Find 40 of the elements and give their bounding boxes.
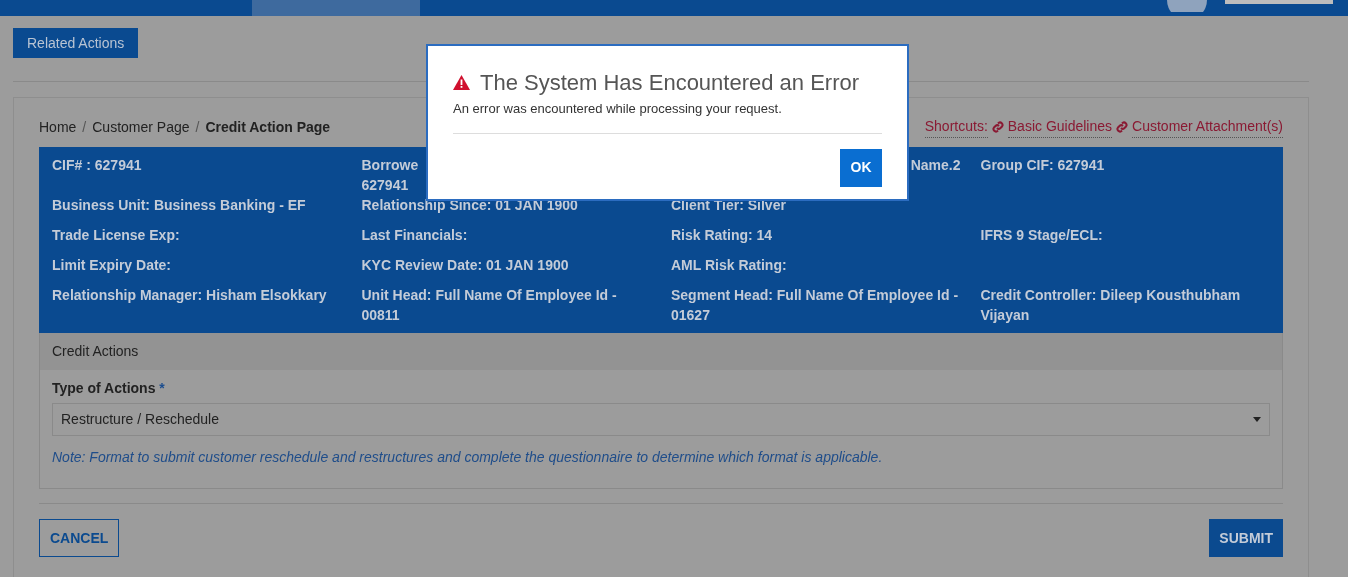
submit-button[interactable]: SUBMIT <box>1209 519 1283 557</box>
breadcrumb-item[interactable]: Customer Page <box>92 116 190 138</box>
info-field: Name.2 <box>910 155 961 195</box>
info-field: Risk Rating: 14 <box>671 227 773 243</box>
info-field: Limit Expiry Date: <box>52 257 172 273</box>
info-field: Business Unit: Business Banking - EF <box>52 197 306 213</box>
info-field: Group CIF: 627941 <box>980 157 1105 173</box>
note-text: Note: Format to submit customer reschedule and restructures and complete the questionnaire to determine which format is applicable. <box>52 448 884 467</box>
info-field: Trade License Exp: <box>52 227 180 243</box>
info-field: AML Risk Rating: <box>671 257 787 273</box>
info-field: KYC Review Date: 01 JAN 1900 <box>361 257 569 273</box>
info-field: IFRS 9 Stage/ECL: <box>980 227 1103 243</box>
field-label: Type of Actions * <box>52 380 165 396</box>
shortcut-link[interactable]: Customer Attachment(s) <box>1132 116 1283 138</box>
section-header: Credit Actions <box>40 333 1282 370</box>
link-icon <box>1116 121 1129 133</box>
info-field: Relationship Manager: Hisham Elsokkary <box>52 287 327 303</box>
breadcrumb-separator: / <box>82 117 87 137</box>
info-field: Unit Head: Full Name Of Employee Id - 00811 <box>361 287 617 323</box>
info-field: Borrowe 627941 <box>361 157 419 193</box>
dialog-message: An error was encountered while processing your request. <box>453 100 783 118</box>
link-icon <box>991 121 1004 133</box>
caret-icon <box>1253 417 1261 422</box>
breadcrumb-separator: / <box>195 117 200 137</box>
cancel-button[interactable]: CANCEL <box>39 519 120 557</box>
shortcut-link[interactable]: Basic Guidelines <box>1007 116 1113 138</box>
warning-icon <box>453 75 470 90</box>
breadcrumb-item[interactable]: Home <box>39 116 77 138</box>
shortcuts-label: Shortcuts: <box>924 116 988 138</box>
info-field: Last Financials: <box>361 227 468 243</box>
info-field: Credit Controller: Dileep Kousthubham Vijayan <box>980 287 1241 323</box>
nav-tab-highlight[interactable] <box>252 0 420 16</box>
type-of-actions-select[interactable]: Restructure / Reschedule <box>52 403 1270 436</box>
ok-button[interactable]: OK <box>840 148 882 187</box>
info-field: CIF# : 627941 <box>52 157 142 173</box>
breadcrumb-item: Credit Action Page <box>205 117 331 137</box>
logo-icon <box>1165 0 1209 12</box>
info-field: Segment Head: Full Name Of Employee Id - 01627 <box>671 287 959 323</box>
related-actions-tab[interactable]: Related Actions <box>13 28 139 58</box>
dialog-title: The System Has Encountered an Error <box>480 69 860 97</box>
